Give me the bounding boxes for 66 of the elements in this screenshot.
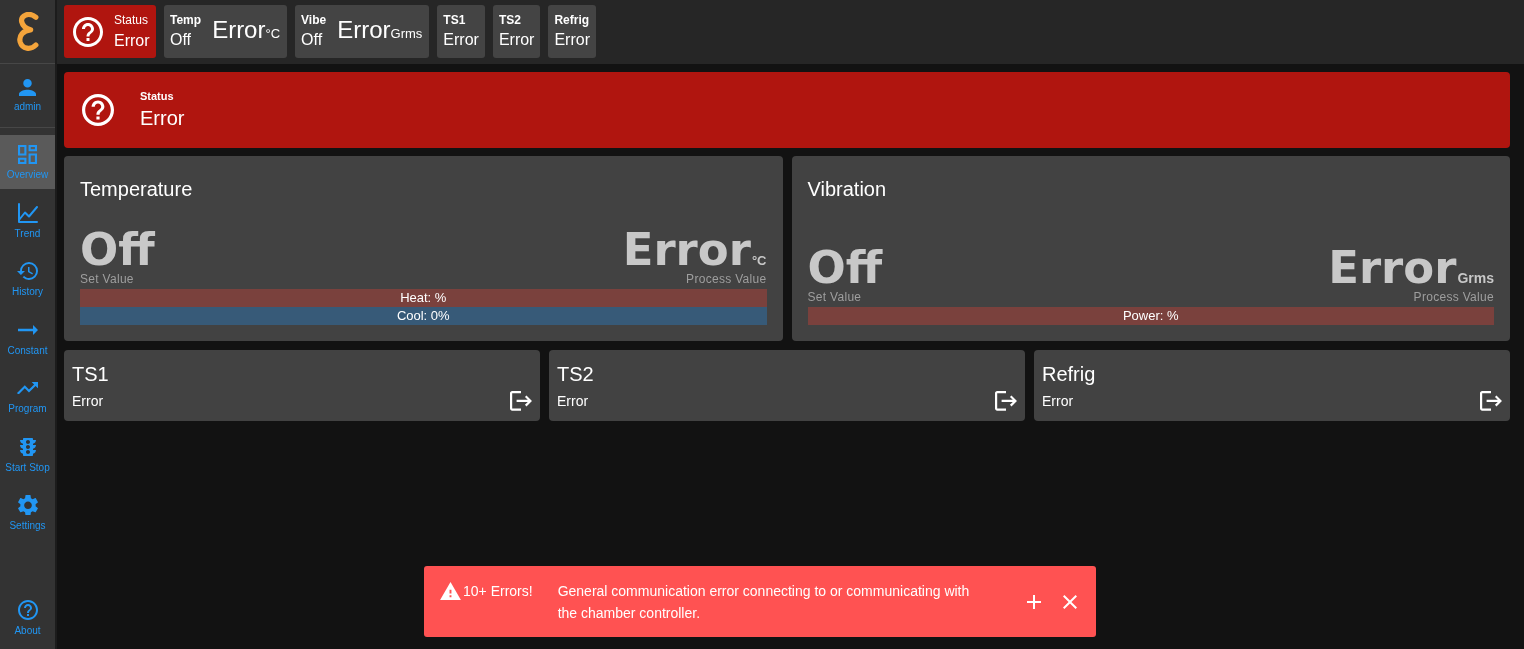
settings-icon (17, 494, 38, 516)
tile-value: Error (498, 30, 535, 50)
tile-label: Temp (170, 13, 202, 27)
card-title: TS1 (72, 363, 110, 385)
sidebar-item[interactable]: About (0, 591, 55, 645)
banner-label: Status (140, 90, 175, 103)
cool-output-bar: Cool: 0% (80, 307, 767, 325)
exit-icon[interactable] (1480, 391, 1502, 411)
tile-value: Error (554, 30, 590, 50)
warning-icon (440, 581, 461, 600)
sidebar-item[interactable]: Trend (0, 193, 55, 248)
tile-process-value: Error (212, 15, 266, 44)
traffic-light-icon (19, 437, 36, 456)
tile-label: Status (114, 12, 150, 27)
set-value: Off (80, 227, 155, 272)
error-count: 10+ Errors! (463, 581, 533, 601)
line-chart-icon (17, 202, 38, 223)
unit-text: °C (265, 25, 281, 41)
sensor-value: Error (1042, 392, 1074, 410)
set-value: Off (807, 245, 883, 290)
unit-text: Grms (390, 25, 423, 41)
tile-label: TS1 (443, 13, 467, 27)
process-value: Error (1328, 245, 1457, 290)
process-value: Error (622, 227, 751, 272)
tile-set-value: Off (170, 30, 193, 50)
card-title: Temperature (80, 178, 194, 200)
tile-value: Error (114, 30, 150, 51)
exit-icon[interactable] (995, 391, 1017, 411)
sensor-value: Error (557, 392, 589, 410)
card-title: Refrig (1042, 363, 1097, 385)
logo-icon (16, 12, 39, 51)
banner-value: Error (140, 106, 185, 130)
process-value-label: Process Value (686, 272, 767, 286)
user-menu[interactable]: admin (0, 64, 55, 128)
unit-text: Grms (1457, 270, 1494, 286)
power-output-bar: Power: % (807, 307, 1494, 325)
close-icon (1063, 594, 1077, 609)
tile-label: TS2 (498, 13, 522, 27)
history-icon (17, 262, 38, 280)
set-value-label: Set Value (80, 272, 135, 286)
card-title: TS2 (557, 363, 595, 385)
tile-set-value: Off (301, 30, 324, 50)
sidebar-item[interactable]: Settings (0, 486, 55, 540)
process-value-label: Process Value (1413, 290, 1494, 304)
sidebar-item[interactable]: Overview (0, 135, 55, 189)
sensor-value: Error (72, 392, 104, 410)
unit-text: °C (751, 253, 767, 268)
error-message: General communication error connecting to or communicating with the chamber controller. (557, 581, 971, 623)
exit-icon[interactable] (510, 391, 532, 411)
sidebar-item[interactable]: Program (0, 369, 55, 423)
plus-icon (1027, 594, 1041, 609)
card-title: Vibration (807, 178, 888, 200)
arrow-right-icon (17, 324, 38, 335)
tile-process-value: Error (337, 15, 391, 44)
sidebar-item[interactable]: History (0, 252, 55, 306)
tile-value: Error (443, 30, 479, 50)
sidebar-item[interactable]: Start Stop (0, 427, 55, 482)
sidebar-item[interactable]: Constant (0, 310, 55, 365)
set-value-label: Set Value (807, 290, 863, 304)
heat-output-bar: Heat: % (80, 289, 767, 307)
person-icon (19, 79, 36, 96)
help-icon (17, 600, 38, 620)
tile-label: Vibe (301, 13, 327, 27)
dashboard-icon (18, 144, 37, 164)
tile-label: Refrig (554, 13, 590, 27)
trending-up-icon (17, 381, 38, 395)
